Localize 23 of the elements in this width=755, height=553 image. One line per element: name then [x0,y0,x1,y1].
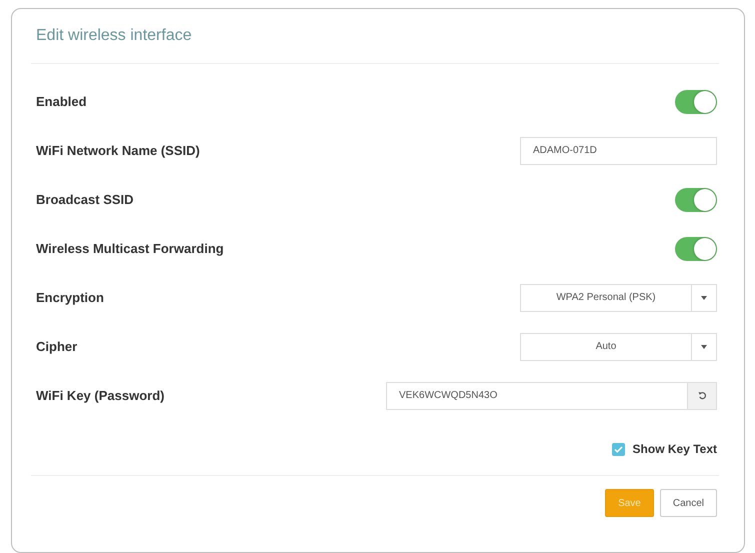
field-label: WiFi Network Name (SSID) [36,143,200,158]
toggle-switch[interactable] [675,188,717,212]
cancel-button[interactable]: Cancel [660,489,717,517]
password-field[interactable]: VEK6WCWQD5N43O [386,382,687,410]
checkbox[interactable] [612,442,625,456]
checkmark-icon [614,446,623,452]
caret-icon [701,344,707,348]
dropdown[interactable]: WPA2 Personal (PSK) [520,284,717,312]
toggle-switch[interactable] [675,90,717,114]
checkbox-label: Show Key Text [632,442,717,456]
field-label: WiFi Key (Password) [36,388,164,403]
refresh-icon [698,391,706,400]
field-label: Cipher [36,339,78,354]
field-label: Broadcast SSID [36,192,134,207]
toggle-switch[interactable] [675,236,717,260]
caret-icon [701,296,707,300]
refresh-button[interactable] [687,382,717,410]
field-label: Encryption [36,290,104,305]
dropdown[interactable]: Auto [520,332,717,360]
text-field[interactable]: ADAMO-071D [520,136,717,164]
field-label: Enabled [36,94,87,109]
dialog-title: Edit wireless interface [36,27,192,45]
field-label: Wireless Multicast Forwarding [36,241,224,256]
